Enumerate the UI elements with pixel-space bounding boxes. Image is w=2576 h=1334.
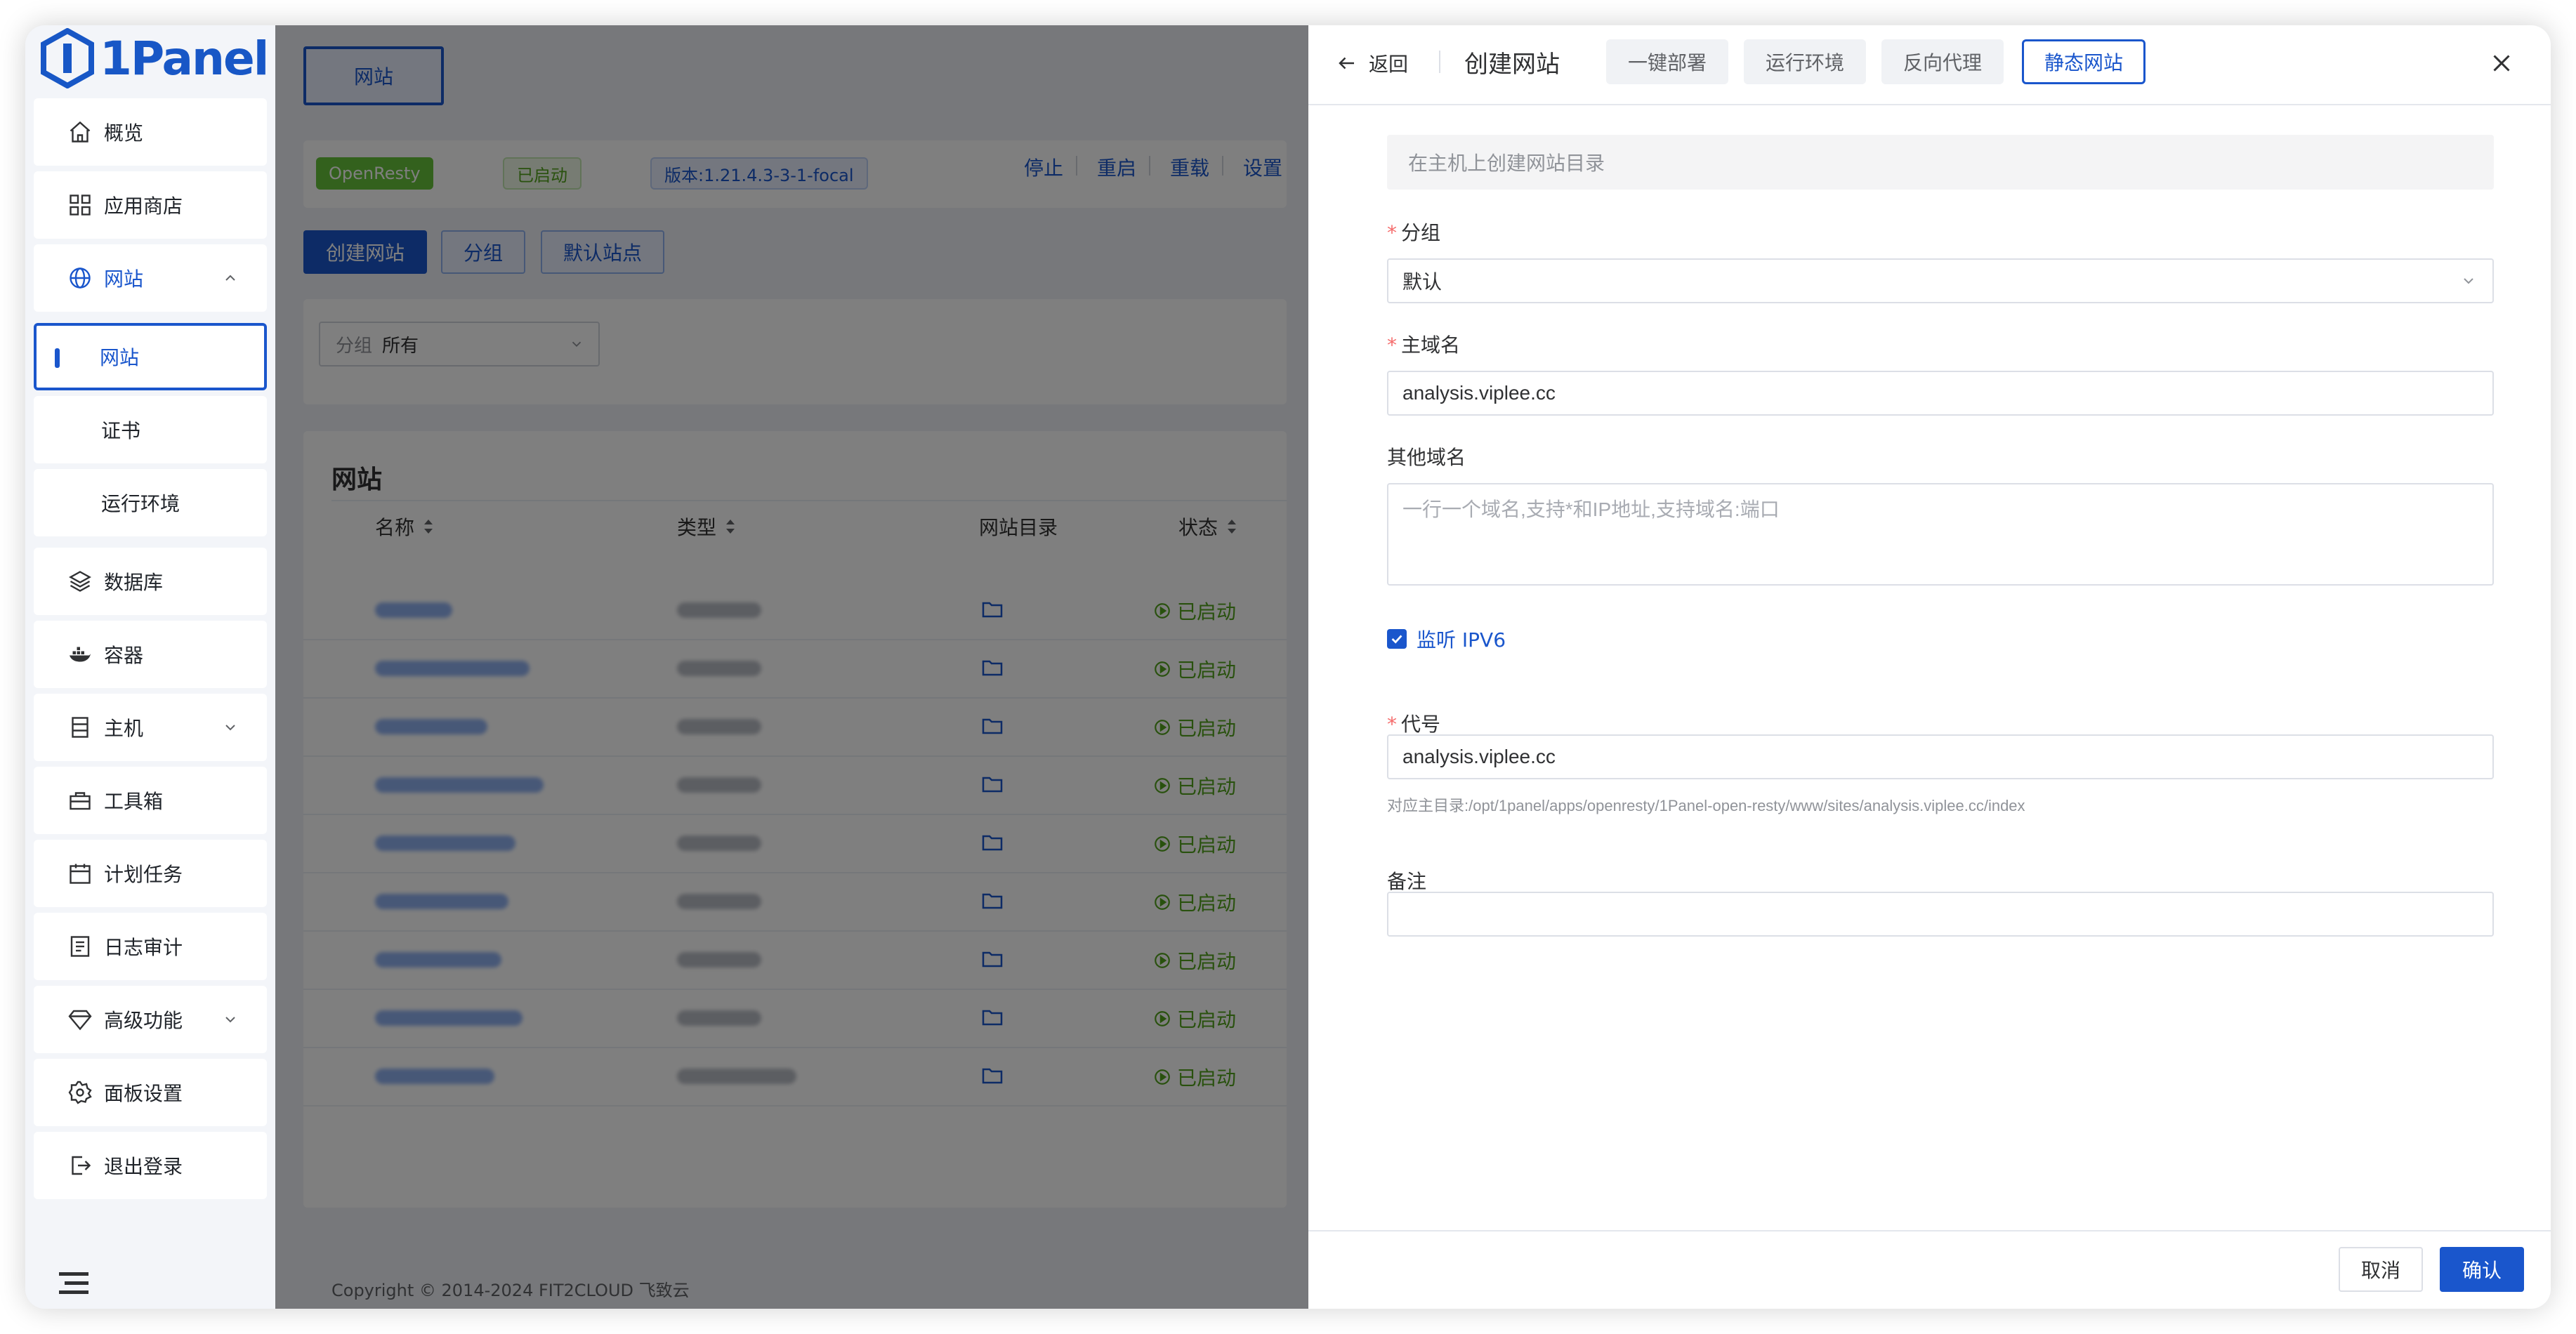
drawer-header: 返回 创建网站 一键部署 运行环境 反向代理 静态网站 — [1308, 25, 2551, 105]
sidebar-item-appstore[interactable]: 应用商店 — [34, 171, 267, 239]
primary-domain-label: * 主域名 — [1387, 334, 1461, 357]
directory-hint: 对应主目录:/opt/1panel/apps/openresty/1Panel-… — [1387, 797, 2025, 814]
group-select-value: 默认 — [1402, 271, 1443, 293]
sidebar-item-label: 概览 — [104, 121, 144, 145]
sidebar-item-label: 退出登录 — [104, 1155, 183, 1178]
sidebar: 1Panel 概览 应用商店 网站 网站 证书 运行环境 数据库 容器 主机 工… — [25, 25, 275, 1309]
app-window: 1Panel 概览 应用商店 网站 网站 证书 运行环境 数据库 容器 主机 工… — [25, 25, 2551, 1309]
sidebar-item-runtime[interactable]: 运行环境 — [34, 469, 267, 536]
sidebar-item-label: 主机 — [104, 717, 144, 740]
cancel-button[interactable]: 取消 — [2339, 1247, 2423, 1292]
home-icon — [66, 118, 94, 146]
primary-domain-input[interactable]: analysis.viplee.cc — [1387, 371, 2494, 416]
logo-text: 1Panel — [100, 31, 269, 86]
divider — [1439, 51, 1440, 73]
alias-label: * 代号 — [1387, 713, 1441, 736]
sidebar-item-advanced[interactable]: 高级功能 — [34, 986, 267, 1053]
sidebar-item-label: 高级功能 — [104, 1009, 183, 1032]
modal-overlay[interactable] — [275, 25, 1308, 1309]
sidebar-item-label: 网站 — [100, 346, 140, 369]
logo-hexagon-icon — [41, 28, 94, 88]
calendar-icon — [66, 859, 94, 887]
logo: 1Panel — [39, 28, 269, 88]
active-indicator — [55, 348, 60, 368]
globe-icon — [66, 264, 94, 292]
remark-input[interactable] — [1387, 892, 2494, 937]
chevron-down-icon — [225, 1017, 235, 1023]
sidebar-item-database[interactable]: 数据库 — [34, 548, 267, 615]
docker-icon — [66, 640, 94, 668]
sidebar-item-websites-list[interactable]: 网站 — [34, 323, 267, 390]
chevron-down-icon — [2464, 278, 2473, 284]
gear-icon — [66, 1078, 94, 1107]
toolbox-icon — [66, 786, 94, 814]
group-label: * 分组 — [1387, 221, 1441, 244]
alias-input[interactable]: analysis.viplee.cc — [1387, 734, 2494, 779]
layers-icon — [66, 567, 94, 595]
sidebar-item-toolbox[interactable]: 工具箱 — [34, 767, 267, 834]
chevron-up-icon — [225, 275, 235, 281]
create-website-drawer: 返回 创建网站 一键部署 运行环境 反向代理 静态网站 在主机上创建网站目录 *… — [1308, 25, 2551, 1309]
other-domains-label: 其他域名 — [1387, 446, 1466, 469]
sidebar-item-label: 工具箱 — [104, 790, 164, 813]
other-domains-textarea[interactable]: 一行一个域名,支持*和IP地址,支持域名:端口 — [1387, 483, 2494, 586]
collapse-menu-icon[interactable] — [59, 1271, 88, 1296]
close-icon[interactable] — [2489, 51, 2514, 76]
ipv6-checkbox[interactable]: 监听 IPV6 — [1387, 625, 1506, 653]
sidebar-item-overview[interactable]: 概览 — [34, 98, 267, 166]
sidebar-item-host[interactable]: 主机 — [34, 694, 267, 761]
confirm-button[interactable]: 确认 — [2440, 1247, 2524, 1292]
sidebar-item-websites[interactable]: 网站 — [34, 244, 267, 312]
remark-label: 备注 — [1387, 870, 1427, 893]
sidebar-item-label: 计划任务 — [104, 863, 183, 886]
chevron-down-icon — [225, 725, 235, 731]
tab-runtime[interactable]: 运行环境 — [1744, 39, 1866, 84]
sidebar-item-label: 数据库 — [104, 571, 164, 594]
tab-static-site[interactable]: 静态网站 — [2022, 39, 2145, 84]
logout-icon — [66, 1151, 94, 1180]
sidebar-item-settings[interactable]: 面板设置 — [34, 1059, 267, 1126]
log-icon — [66, 932, 94, 960]
server-icon — [66, 713, 94, 741]
sidebar-item-logout[interactable]: 退出登录 — [34, 1132, 267, 1199]
sidebar-item-cron[interactable]: 计划任务 — [34, 840, 267, 907]
sidebar-item-container[interactable]: 容器 — [34, 621, 267, 688]
sidebar-item-logs[interactable]: 日志审计 — [34, 913, 267, 980]
sidebar-item-label: 容器 — [104, 644, 144, 667]
tab-one-click-deploy[interactable]: 一键部署 — [1606, 39, 1728, 84]
back-button[interactable]: 返回 — [1336, 49, 1408, 77]
drawer-title: 创建网站 — [1464, 51, 1560, 79]
sidebar-item-label: 证书 — [101, 419, 141, 442]
diamond-icon — [66, 1005, 94, 1033]
sidebar-item-label: 网站 — [104, 268, 144, 291]
group-select[interactable]: 默认 — [1387, 258, 2494, 303]
sidebar-item-label: 应用商店 — [104, 194, 183, 218]
sidebar-item-label: 面板设置 — [104, 1082, 183, 1105]
apps-grid-icon — [66, 191, 94, 219]
ipv6-label: 监听 IPV6 — [1417, 628, 1506, 652]
info-alert: 在主机上创建网站目录 — [1387, 135, 2494, 190]
arrow-left-icon — [1339, 57, 1354, 70]
sidebar-item-label: 运行环境 — [101, 492, 180, 515]
sidebar-item-certificates[interactable]: 证书 — [34, 396, 267, 463]
sidebar-item-label: 日志审计 — [104, 936, 183, 959]
back-label: 返回 — [1369, 53, 1409, 76]
checkbox-checked-icon — [1387, 629, 1407, 649]
drawer-footer: 取消 确认 — [1308, 1230, 2551, 1309]
tab-reverse-proxy[interactable]: 反向代理 — [1881, 39, 2004, 84]
